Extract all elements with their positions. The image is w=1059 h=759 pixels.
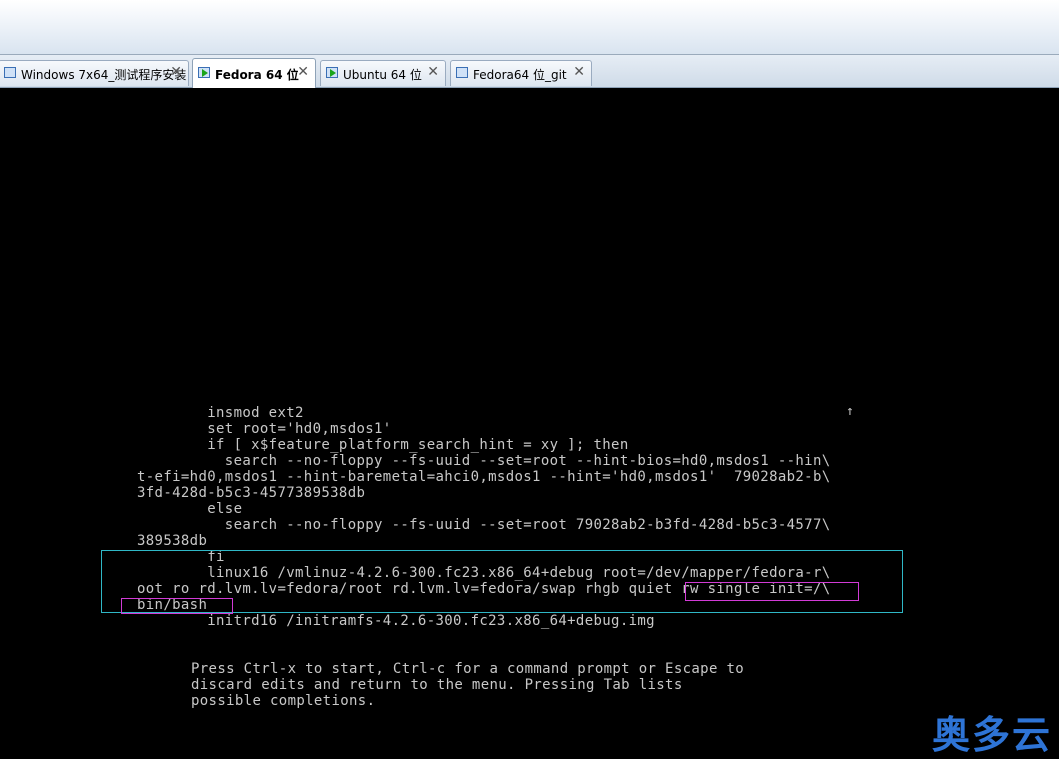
- grub-line: else: [137, 501, 243, 517]
- tab-windows-7x64[interactable]: Windows 7x64_测试程序安装 ✕: [0, 60, 189, 86]
- grub-line: 3fd-428d-b5c3-4577389538db: [137, 485, 366, 501]
- grub-line: initrd16 /initramfs-4.2.6-300.fc23.x86_6…: [137, 613, 655, 629]
- vm-running-icon: [326, 67, 338, 78]
- grub-line: search --no-floppy --fs-uuid --set=root …: [137, 453, 831, 469]
- close-icon[interactable]: ✕: [573, 64, 585, 80]
- tab-label: Ubuntu 64 位: [343, 68, 422, 82]
- grub-line: search --no-floppy --fs-uuid --set=root …: [137, 517, 831, 533]
- tab-fedora64-git[interactable]: Fedora64 位_git ✕: [450, 60, 592, 86]
- close-icon[interactable]: ✕: [170, 64, 182, 80]
- vm-icon: [456, 67, 468, 78]
- tab-label: Windows 7x64_测试程序安装: [21, 68, 187, 82]
- tab-label: Fedora 64 位: [215, 68, 299, 82]
- vm-tab-bar: Windows 7x64_测试程序安装 ✕ Fedora 64 位 ✕ Ubun…: [0, 55, 1059, 88]
- help-text: discard edits and return to the menu. Pr…: [191, 677, 683, 693]
- highlight-box-rw-single: [685, 582, 859, 601]
- close-icon[interactable]: ✕: [297, 64, 309, 80]
- close-icon[interactable]: ✕: [427, 64, 439, 80]
- grub-line: insmod ext2: [137, 405, 304, 421]
- window-title-bar: [0, 0, 1059, 55]
- tab-label: Fedora64 位_git: [473, 68, 567, 82]
- grub-line: if [ x$feature_platform_search_hint = xy…: [137, 437, 629, 453]
- watermark-logo: 奥多云: [932, 713, 1053, 757]
- vm-running-icon: [198, 67, 210, 78]
- vm-icon: [4, 67, 16, 78]
- help-text: Press Ctrl-x to start, Ctrl-c for a comm…: [191, 661, 745, 677]
- tab-fedora-64[interactable]: Fedora 64 位 ✕: [192, 58, 316, 88]
- grub-line: 389538db: [137, 533, 208, 549]
- help-text: possible completions.: [191, 693, 376, 709]
- grub-line: set root='hd0,msdos1': [137, 421, 392, 437]
- tab-ubuntu-64[interactable]: Ubuntu 64 位 ✕: [320, 60, 446, 86]
- scroll-up-indicator: ↑: [846, 404, 854, 419]
- highlight-box-bin-bash: [121, 598, 233, 614]
- grub-line: t-efi=hd0,msdos1 --hint-baremetal=ahci0,…: [137, 469, 831, 485]
